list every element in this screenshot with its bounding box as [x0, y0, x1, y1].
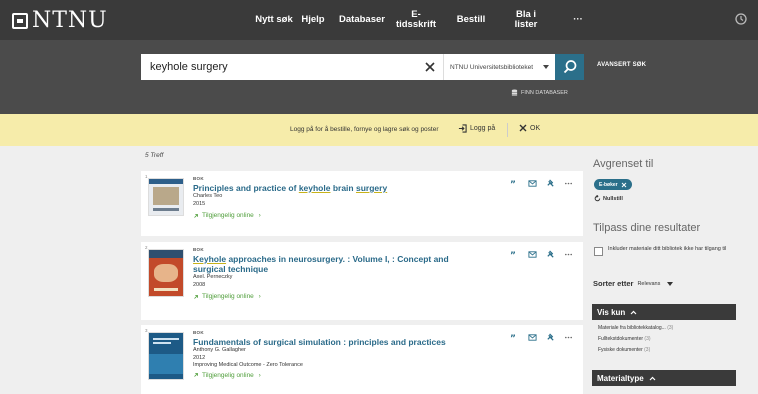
result-title-link[interactable]: Fundamentals of surgical simulation : pr…	[193, 337, 473, 347]
cite-icon[interactable]: ”	[510, 329, 519, 344]
link-icon	[194, 294, 198, 299]
chevron-down-icon	[543, 65, 549, 69]
result-item[interactable]: 3 BOK Fundamentals of surgical simulatio…	[141, 325, 583, 394]
show-only-facet-list: Materiale fra bibliotekkatalog... (3) Fu…	[598, 323, 673, 356]
link-icon	[194, 373, 198, 377]
advanced-search-link[interactable]: AVANSERT SØK	[597, 62, 646, 68]
nav-help[interactable]: Hjelp	[292, 0, 334, 40]
book-cover-thumbnail[interactable]	[148, 332, 184, 380]
result-year: 2015	[193, 200, 206, 207]
result-type: BOK	[193, 247, 204, 252]
result-series: Improving Medical Outcome - Zero Toleran…	[193, 362, 303, 368]
pin-icon[interactable]	[546, 329, 555, 341]
result-author: Axel. Perneczky	[193, 274, 233, 280]
logo-icon	[12, 12, 28, 29]
search-icon	[563, 60, 576, 74]
chevron-up-icon	[649, 376, 656, 380]
result-year: 2012	[193, 354, 206, 361]
material-type-label: Materialtype	[597, 373, 644, 383]
login-button[interactable]: Logg på	[458, 124, 495, 133]
result-author: Anthony G. Gallagher	[193, 347, 246, 353]
nav-databases[interactable]: Databaser	[334, 0, 390, 40]
result-item[interactable]: 1 BOK Principles and practice of keyhole…	[141, 171, 583, 236]
include-unavailable-label: Inkluder materiale ditt bibliotek ikke h…	[608, 246, 727, 252]
book-cover-thumbnail[interactable]	[148, 249, 184, 297]
ntnu-logo[interactable]: NTNU	[12, 8, 108, 33]
pin-icon[interactable]	[546, 175, 555, 187]
dismiss-banner-button[interactable]: OK	[519, 124, 540, 132]
email-icon[interactable]	[528, 329, 537, 341]
reset-label: Nullstill	[603, 195, 623, 202]
search-scope-select[interactable]: NTNU Universitetsbiblioteket	[443, 54, 555, 80]
svg-text:”: ”	[510, 251, 516, 259]
search-area: NTNU Universitetsbiblioteket AVANSERT SØ…	[0, 40, 758, 114]
email-icon[interactable]	[528, 246, 537, 258]
online-access-link[interactable]: Tilgjengelig online ›	[193, 212, 473, 219]
facet-item[interactable]: Fysiske dokumenter (3)	[598, 345, 673, 356]
result-title-link[interactable]: Keyhole approaches in neurosurgery. : Vo…	[193, 254, 473, 274]
top-nav: NTNU Nytt søk Hjelp Databaser E- tidsskr…	[0, 0, 758, 40]
search-scope-value: NTNU Universitetsbiblioteket	[450, 63, 534, 71]
sort-control[interactable]: Sorter etter Relevans	[593, 279, 674, 288]
logo-text: NTNU	[32, 8, 108, 33]
result-count: 5 Treff	[145, 152, 164, 159]
svg-text:”: ”	[510, 180, 516, 188]
find-databases-label: FINN DATABASER	[521, 89, 568, 96]
chevron-up-icon	[630, 310, 637, 314]
include-unavailable-checkbox[interactable]	[594, 247, 603, 256]
material-type-facet-header[interactable]: Materialtype	[592, 370, 736, 386]
find-databases-link[interactable]: FINN DATABASER	[511, 89, 568, 96]
reset-icon	[594, 195, 601, 202]
remove-filter-icon[interactable]	[621, 182, 627, 188]
online-access-link[interactable]: Tilgjengelig online ›	[193, 372, 473, 379]
link-icon	[194, 213, 198, 218]
reset-filters-button[interactable]: Nullstill	[594, 195, 623, 202]
result-type: BOK	[193, 330, 204, 335]
chevron-down-icon	[667, 281, 674, 286]
more-actions-icon[interactable]	[564, 175, 573, 185]
cite-icon[interactable]: ”	[510, 246, 519, 261]
nav-more[interactable]: ···	[563, 0, 593, 40]
active-filter-chip[interactable]: E-bøker	[594, 179, 632, 190]
customize-title: Tilpass dine resultater	[593, 222, 701, 234]
active-filter-label: E-bøker	[599, 181, 618, 188]
result-author: Charles Teo	[193, 193, 223, 199]
result-item[interactable]: 2 BOK Keyhole approaches in neurosurgery…	[141, 242, 583, 320]
facet-item[interactable]: Fulltekstdokumenter (3)	[598, 334, 673, 345]
facet-item[interactable]: Materiale fra bibliotekkatalog... (3)	[598, 323, 673, 334]
show-only-label: Vis kun	[597, 307, 626, 317]
refined-title: Avgrenset til	[593, 158, 654, 170]
database-icon	[511, 89, 518, 96]
show-only-facet-header[interactable]: Vis kun	[592, 304, 736, 320]
search-button[interactable]	[555, 54, 584, 80]
pin-icon[interactable]	[546, 246, 555, 258]
clear-search-icon[interactable]	[423, 60, 437, 74]
sort-value: Relevans	[637, 280, 661, 287]
cite-icon[interactable]: ”	[510, 175, 519, 190]
book-cover-thumbnail[interactable]	[148, 178, 184, 216]
login-banner: Logg på for å bestille, fornye og lagre …	[0, 114, 758, 146]
banner-divider	[507, 123, 508, 137]
more-actions-icon[interactable]	[564, 329, 573, 339]
nav-order[interactable]: Bestill	[448, 0, 494, 40]
ok-label: OK	[530, 124, 541, 132]
history-icon[interactable]	[734, 12, 748, 26]
close-icon	[519, 124, 527, 132]
login-label: Logg på	[470, 125, 496, 132]
search-input[interactable]	[150, 54, 410, 80]
online-access-link[interactable]: Tilgjengelig online ›	[193, 293, 473, 300]
email-icon[interactable]	[528, 175, 537, 187]
sort-label: Sorter etter	[593, 279, 634, 288]
result-type: BOK	[193, 176, 204, 181]
nav-ejournals[interactable]: E- tidsskrift	[393, 0, 439, 40]
login-icon	[458, 124, 467, 133]
search-box	[141, 54, 443, 80]
nav-browse-lists[interactable]: Bla i lister	[503, 0, 549, 40]
banner-text: Logg på for å bestille, fornye og lagre …	[290, 126, 439, 133]
svg-text:”: ”	[510, 334, 516, 342]
result-title-link[interactable]: Principles and practice of keyhole brain…	[193, 183, 473, 193]
result-year: 2008	[193, 281, 206, 288]
more-actions-icon[interactable]	[564, 246, 573, 256]
